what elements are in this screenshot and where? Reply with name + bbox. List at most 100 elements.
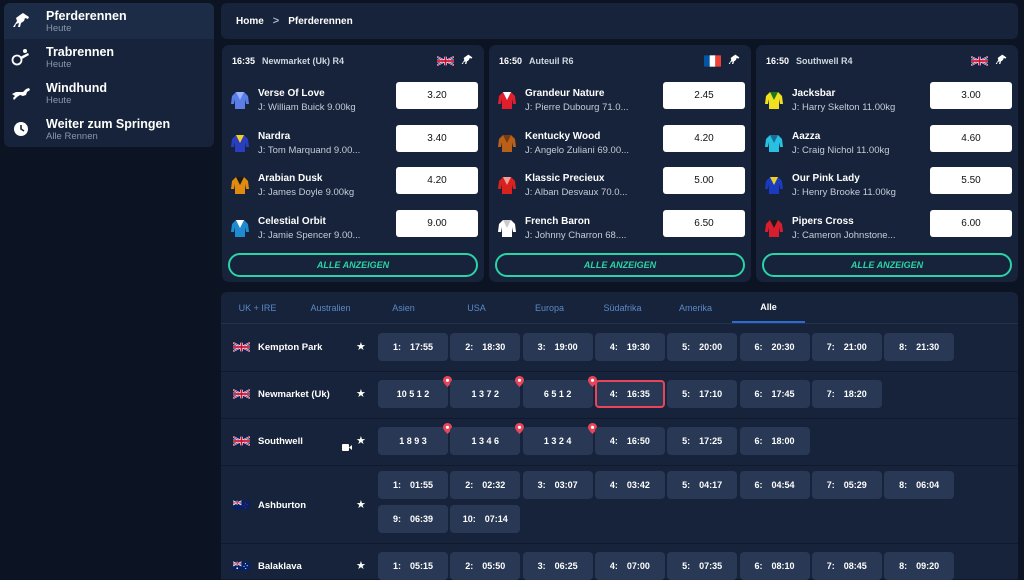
race-time-button[interactable]: 4: 03:42 — [594, 471, 665, 499]
race-time: 19:30 — [626, 342, 650, 352]
race-time-button[interactable]: 1: 01:55 — [378, 471, 448, 499]
sidebar-item-pferderennen[interactable]: Pferderennen Heute — [4, 3, 214, 39]
odds-button[interactable]: 3.40 — [396, 124, 478, 152]
race-time-button[interactable]: 4: 19:30 — [594, 333, 665, 361]
odds-button[interactable]: 4.20 — [663, 124, 745, 152]
race-time-button[interactable]: 2: 02:32 — [450, 471, 521, 499]
tab-australien[interactable]: Australien — [294, 292, 367, 323]
race-time-button[interactable]: 6: 04:54 — [739, 471, 810, 499]
show-all-button[interactable]: ALLE ANZEIGEN — [762, 253, 1012, 277]
race-time-button[interactable]: 10: 07:14 — [450, 505, 521, 533]
sidebar-item-weiter-zum-springen[interactable]: Weiter zum Springen Alle Rennen — [4, 111, 214, 147]
race-time-button[interactable]: 2: 18:30 — [450, 333, 521, 361]
race-time: 16:50 — [499, 56, 523, 66]
odds-button[interactable]: 6.50 — [663, 209, 745, 237]
tab-südafrika[interactable]: Südafrika — [586, 292, 659, 323]
race-time-button[interactable]: 9: 06:39 — [378, 505, 448, 533]
race-time-button[interactable]: 2: 05:50 — [450, 552, 521, 580]
race-time-button[interactable]: 7: 18:20 — [811, 380, 882, 408]
race-time-button[interactable]: 1 8 9 3 — [378, 423, 452, 455]
race-time-button[interactable]: 5: 17:10 — [667, 380, 738, 408]
race-time-button[interactable]: 6: 20:30 — [739, 333, 810, 361]
favorite-star-icon[interactable]: ★ — [356, 434, 366, 447]
video-camera-icon[interactable] — [342, 438, 352, 451]
show-all-button[interactable]: ALLE ANZEIGEN — [228, 253, 478, 277]
tab-europa[interactable]: Europa — [513, 292, 586, 323]
jockey-silk-icon — [496, 90, 518, 110]
race-card-header: 16:50 Southwell R4 — [756, 45, 1018, 77]
show-all-button[interactable]: ALLE ANZEIGEN — [495, 253, 745, 277]
track-name-cell[interactable]: Southwell — [233, 435, 303, 447]
favorite-star-icon[interactable]: ★ — [356, 340, 366, 353]
jockey-silk-icon — [763, 133, 785, 153]
race-time-button[interactable]: 6: 18:00 — [739, 427, 810, 455]
chevron-right-icon: > — [272, 15, 280, 27]
race-time-button[interactable]: 6: 08:10 — [739, 552, 810, 580]
track-name-cell[interactable]: Ashburton — [233, 499, 306, 511]
race-time-button[interactable]: 10 5 1 2 — [378, 376, 452, 408]
odds-button[interactable]: 4.20 — [396, 167, 478, 194]
runner-row: Celestial Orbit J: Jamie Spencer 9.00... 9… — [222, 209, 484, 252]
track-name-cell[interactable]: Newmarket (Uk) — [233, 388, 330, 400]
race-time-button[interactable]: 1 3 4 6 — [450, 423, 525, 455]
odds-button[interactable]: 5.50 — [930, 167, 1012, 194]
favorite-star-icon[interactable]: ★ — [356, 387, 366, 400]
race-time-button[interactable]: 5: 07:35 — [667, 552, 738, 580]
runner-row: Klassic Precieux J: Alban Desvaux 70.0...… — [489, 167, 751, 209]
favorite-star-icon[interactable]: ★ — [356, 498, 366, 511]
race-time-button[interactable]: 1: 17:55 — [378, 333, 448, 361]
race-time-button[interactable]: 4: 16:50 — [594, 427, 665, 455]
race-time-button[interactable]: 1: 05:15 — [378, 552, 448, 580]
race-time-button[interactable]: 5: 20:00 — [667, 333, 738, 361]
race-time-button[interactable]: 4: 07:00 — [594, 552, 665, 580]
race-time-button[interactable]: 6: 17:45 — [739, 380, 810, 408]
race-time-button[interactable]: 7: 05:29 — [811, 471, 882, 499]
race-time-button[interactable]: 3: 06:25 — [522, 552, 593, 580]
race-card-header: 16:50 Auteuil R6 — [489, 45, 751, 77]
race-time-button[interactable]: 8: 21:30 — [884, 333, 955, 361]
odds-button[interactable]: 5.00 — [663, 167, 745, 194]
sidebar: Pferderennen Heute Trabrennen Heute Windhu… — [4, 3, 214, 147]
jockey-silk-icon — [229, 218, 251, 238]
race-time-button[interactable]: 6 5 1 2 — [522, 376, 597, 408]
track-name-cell[interactable]: Kempton Park — [233, 341, 322, 353]
odds-button[interactable]: 6.00 — [930, 209, 1012, 237]
race-time-button[interactable]: 8: 06:04 — [884, 471, 955, 499]
runner-jockey: J: Angelo Zuliani 69.00... — [525, 144, 630, 156]
odds-button[interactable]: 9.00 — [396, 209, 478, 237]
runner-row: Nardra J: Tom Marquand 9.00... 3.40 — [222, 124, 484, 167]
race-venue: Southwell R4 — [796, 56, 853, 66]
sidebar-item-trabrennen[interactable]: Trabrennen Heute — [4, 39, 214, 75]
tab-uk-ire[interactable]: UK + IRE — [221, 292, 294, 323]
tab-amerika[interactable]: Amerika — [659, 292, 732, 323]
favorite-star-icon[interactable]: ★ — [356, 559, 366, 572]
sidebar-item-windhund[interactable]: Windhund Heute — [4, 75, 214, 111]
odds-button[interactable]: 4.60 — [930, 124, 1012, 152]
race-time-button[interactable]: 8: 09:20 — [884, 552, 955, 580]
race-number: 1: — [392, 480, 401, 490]
race-time-button[interactable]: 5: 04:17 — [667, 471, 738, 499]
sidebar-item-sub: Heute — [46, 22, 72, 34]
race-time-button[interactable]: 4: 16:35 — [594, 380, 665, 408]
race-time: 20:00 — [699, 342, 723, 352]
race-time-button[interactable]: 1 3 2 4 — [522, 423, 597, 455]
track-name-cell[interactable]: Balaklava — [233, 560, 302, 572]
race-time: 08:10 — [771, 561, 795, 571]
tab-asien[interactable]: Asien — [367, 292, 440, 323]
race-time-button[interactable]: 7: 21:00 — [811, 333, 882, 361]
odds-button[interactable]: 3.00 — [930, 82, 1012, 109]
race-time: 07:35 — [699, 561, 723, 571]
race-time-button[interactable]: 3: 19:00 — [522, 333, 593, 361]
race-time-button[interactable]: 1 3 7 2 — [450, 376, 525, 408]
tab-usa[interactable]: USA — [440, 292, 513, 323]
race-time-button[interactable]: 5: 17:25 — [667, 427, 738, 455]
nz-flag-icon — [233, 499, 250, 511]
runner-row: Pipers Cross J: Cameron Johnstone... 6.00 — [756, 209, 1018, 252]
jockey-silk-icon — [496, 133, 518, 153]
race-time-button[interactable]: 7: 08:45 — [811, 552, 882, 580]
breadcrumb-home[interactable]: Home — [236, 16, 264, 27]
race-time-button[interactable]: 3: 03:07 — [522, 471, 593, 499]
odds-button[interactable]: 2.45 — [663, 82, 745, 109]
odds-button[interactable]: 3.20 — [396, 82, 478, 109]
tab-alle[interactable]: Alle — [732, 292, 805, 323]
